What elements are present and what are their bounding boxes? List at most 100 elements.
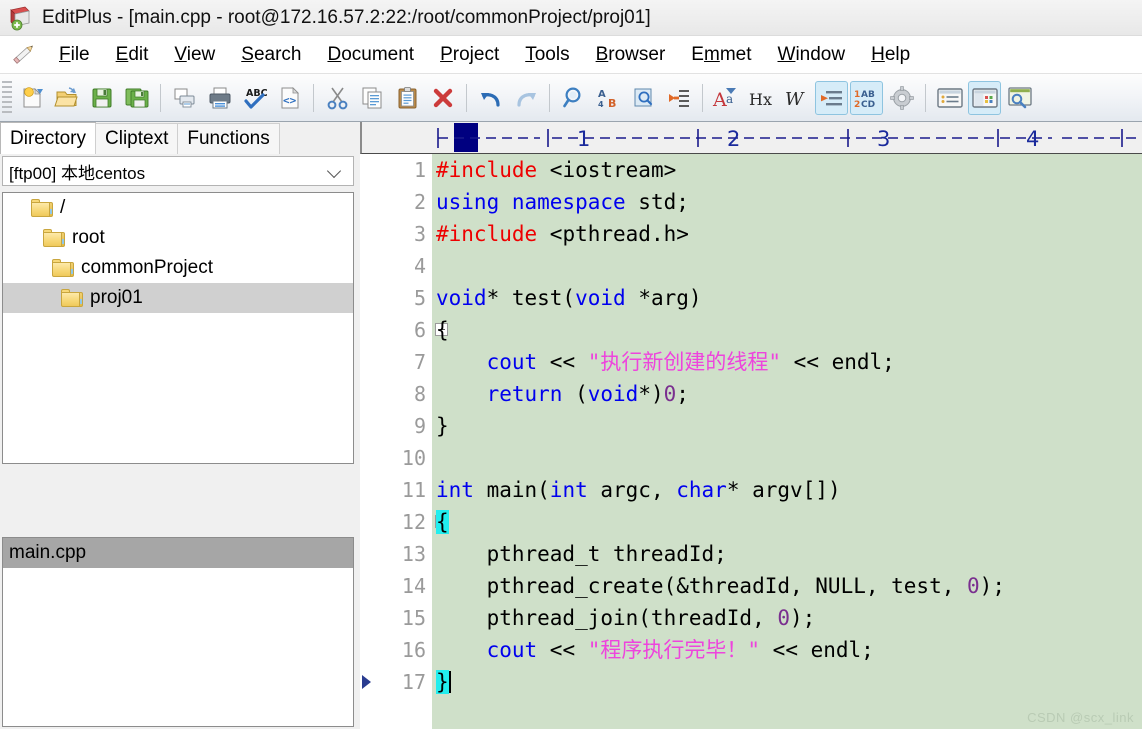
menu-project[interactable]: Project — [427, 42, 512, 68]
menu-search[interactable]: Search — [228, 42, 314, 68]
delete-icon[interactable] — [426, 81, 459, 115]
svg-text:Hx: Hx — [749, 90, 772, 109]
tab-functions[interactable]: Functions — [177, 123, 280, 154]
menu-file[interactable]: File — [46, 42, 103, 68]
undo-icon[interactable] — [474, 81, 507, 115]
line-number: 17 — [360, 666, 432, 698]
line-number: 11 — [401, 478, 426, 502]
tab-directory[interactable]: Directory — [0, 122, 97, 154]
print-preview-icon[interactable] — [168, 81, 201, 115]
tab-functions-label: Functions — [187, 128, 270, 149]
tree-item-label: commonProject — [81, 257, 213, 278]
code-text[interactable]: #include <iostream> using namespace std;… — [432, 154, 1142, 729]
toolbar-separator — [160, 83, 161, 112]
line-number: 13 — [401, 542, 426, 566]
code-line: cout << "执行新创建的线程" << endl; — [486, 350, 895, 374]
code-line: #include <pthread.h> — [436, 222, 689, 246]
folder-icon — [61, 289, 83, 307]
svg-text:B: B — [608, 97, 616, 110]
code-line: using namespace std; — [436, 190, 689, 214]
tree-item-label: proj01 — [90, 287, 143, 308]
chevron-down-icon — [327, 163, 343, 179]
folder-icon — [43, 229, 65, 247]
hex-viewer-icon[interactable]: Hx — [745, 81, 778, 115]
output-window-icon[interactable] — [1003, 81, 1036, 115]
menu-edit[interactable]: Edit — [103, 42, 162, 68]
paste-icon[interactable] — [391, 81, 424, 115]
tab-cliptext[interactable]: Cliptext — [95, 123, 179, 154]
code-area[interactable]: 1 2 3 4 5 6 7 8 9 10 11 12 13 14 15 16 1… — [360, 154, 1142, 729]
code-line: int main(int argc, char* argv[]) — [436, 478, 841, 502]
ruler-mark-2: 2 — [727, 127, 740, 151]
toolbar-grip[interactable] — [2, 80, 12, 115]
code-line: pthread_create(&threadId, NULL, test, 0)… — [436, 574, 1005, 598]
directory-tree[interactable]: / root commonProject proj01 — [2, 192, 354, 464]
replace-icon[interactable]: A 4 B — [592, 81, 625, 115]
find-icon[interactable] — [557, 81, 590, 115]
toolbar-separator — [466, 83, 467, 112]
menu-browser[interactable]: Browser — [583, 42, 679, 68]
tab-directory-label: Directory — [10, 127, 87, 149]
tree-item-root-slash[interactable]: / — [3, 193, 353, 223]
menu-document[interactable]: Document — [314, 42, 427, 68]
document-selector-icon[interactable] — [933, 81, 966, 115]
window-title: EditPlus - [main.cpp - root@172.16.57.2:… — [42, 6, 651, 28]
redo-icon[interactable] — [509, 81, 542, 115]
code-line: { — [436, 510, 449, 534]
svg-text:ABC: ABC — [246, 88, 268, 99]
tree-item-label: / — [60, 197, 66, 218]
svg-text:A: A — [598, 89, 606, 100]
editplus-app-icon — [8, 5, 34, 31]
connection-dropdown[interactable]: [ftp00] 本地centos — [2, 156, 354, 186]
print-icon[interactable] — [203, 81, 236, 115]
directory-window-icon[interactable] — [968, 80, 1001, 115]
list-item[interactable]: main.cpp — [3, 538, 353, 568]
file-name-label: main.cpp — [9, 542, 87, 563]
svg-text:1: 1 — [854, 90, 860, 100]
menu-view[interactable]: View — [161, 42, 228, 68]
svg-text:A: A — [712, 89, 727, 111]
line-number: 6 — [360, 314, 448, 346]
open-file-icon[interactable] — [50, 81, 83, 115]
folder-icon — [31, 199, 53, 217]
menu-window[interactable]: Window — [765, 42, 859, 68]
toolbar-separator — [313, 83, 314, 112]
menu-tools[interactable]: Tools — [512, 42, 582, 68]
line-number: 9 — [413, 414, 426, 438]
cut-icon[interactable] — [321, 81, 354, 115]
menu-help[interactable]: Help — [858, 42, 923, 68]
svg-text:AB: AB — [861, 90, 875, 100]
connection-dropdown-value: [ftp00] 本地centos — [9, 163, 146, 183]
preferences-icon[interactable] — [885, 81, 918, 115]
save-all-icon[interactable] — [120, 81, 153, 115]
find-in-files-icon[interactable] — [627, 81, 660, 115]
new-file-icon[interactable] — [15, 81, 48, 115]
current-line-marker-icon — [362, 675, 371, 689]
svg-text:a: a — [726, 92, 733, 106]
line-number: 12 — [360, 506, 448, 538]
menu-emmet[interactable]: Emmet — [678, 42, 764, 68]
save-icon[interactable] — [85, 81, 118, 115]
copy-icon[interactable] — [356, 81, 389, 115]
column-ruler: 1 2 3 4 — [360, 122, 1142, 154]
ruler-mark-3: 3 — [877, 127, 890, 151]
spellcheck-icon[interactable]: ABC — [238, 81, 271, 115]
word-wrap-icon[interactable]: W — [780, 81, 813, 115]
font-icon[interactable]: A a — [710, 81, 743, 115]
view-in-browser-icon[interactable]: <> — [273, 81, 306, 115]
file-list[interactable]: main.cpp — [2, 537, 354, 727]
line-numbers-icon[interactable]: 1 2 AB CD — [850, 80, 883, 115]
line-number: 3 — [413, 222, 426, 246]
tree-item-proj01[interactable]: proj01 — [3, 283, 353, 313]
svg-text:CD: CD — [861, 100, 875, 110]
tab-cliptext-label: Cliptext — [105, 128, 169, 149]
goto-line-icon[interactable] — [662, 81, 695, 115]
tree-item-commonproject[interactable]: commonProject — [3, 253, 353, 283]
svg-text:2: 2 — [854, 100, 860, 110]
text-cursor — [448, 671, 451, 693]
pencil-icon — [8, 42, 38, 68]
indent-icon[interactable] — [815, 80, 848, 115]
tree-item-root[interactable]: root — [3, 223, 353, 253]
line-number: 10 — [401, 446, 426, 470]
line-number: 8 — [413, 382, 426, 406]
